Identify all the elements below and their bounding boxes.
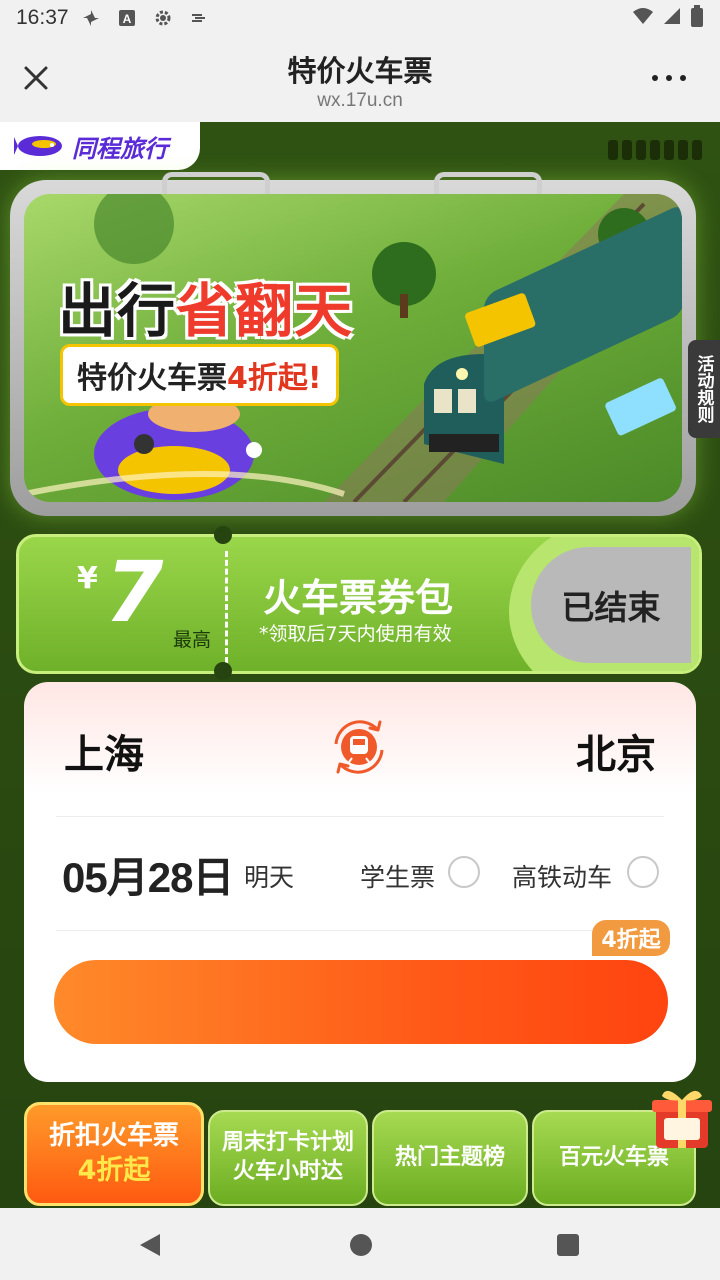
more-menu-icon[interactable]	[652, 66, 692, 90]
brand-logo: 同程旅行	[0, 122, 200, 170]
banner-subtitle-highlight: 4折起!	[227, 361, 322, 396]
tab-sublabel: 火车小时达	[232, 1159, 343, 1184]
student-ticket-label[interactable]: 学生票	[360, 858, 435, 894]
banner-image: 出行省翻天 特价火车票4折起!	[24, 194, 682, 502]
a-box-icon: A	[115, 7, 139, 29]
decorative-dots	[608, 140, 702, 160]
browser-title-bar: 特价火车票 wx.17u.cn	[0, 36, 720, 122]
search-button[interactable]	[54, 960, 668, 1044]
status-time: 16:37	[16, 6, 69, 29]
coupon-ended-button[interactable]: 已结束	[531, 547, 691, 663]
departure-date[interactable]: 05月28日	[62, 844, 234, 905]
system-nav-bar	[0, 1208, 720, 1280]
gear-icon	[151, 7, 175, 29]
tab-weekend-plan[interactable]: 周末打卡计划 火车小时达	[208, 1110, 368, 1206]
high-speed-label[interactable]: 高铁动车	[512, 858, 612, 894]
form-divider	[56, 930, 664, 931]
coupon-notch-bottom	[214, 662, 232, 680]
fish-logo-icon	[14, 136, 62, 156]
activity-rules-tab[interactable]: 活动规则	[688, 340, 720, 438]
tab-hot-themes[interactable]: 热门主题榜	[372, 1110, 528, 1206]
coupon-note: *领取后7天内使用有效	[259, 623, 452, 645]
coupon-amount: 7	[105, 543, 164, 641]
pinwheel-icon	[79, 7, 103, 29]
swap-cities-icon[interactable]	[326, 714, 392, 780]
page-title: 特价火车票	[287, 54, 433, 88]
from-city[interactable]: 上海	[64, 722, 144, 780]
battery-icon	[690, 4, 704, 32]
train-search-form: 上海 北京 05月28日 明天 学生票 高铁动车 4折起	[24, 682, 696, 1082]
status-bar: 16:37 A	[0, 0, 720, 36]
brand-logo-text: 同程旅行	[72, 134, 168, 163]
tab-discount-tickets[interactable]: 折扣火车票 4折起	[24, 1102, 204, 1206]
feature-tabs: 折扣火车票 4折起 周末打卡计划 火车小时达 热门主题榜 百元火车票	[0, 1090, 720, 1208]
form-divider	[56, 816, 664, 817]
gift-box-icon	[652, 1090, 712, 1148]
coupon-currency: ¥	[77, 561, 98, 596]
page-content: 同程旅行 出行省翻天 特价火车票4折起! 活动规则 ¥ 7 最高 火车票券包 *…	[0, 122, 720, 1208]
banner-headline-black: 出行	[58, 277, 177, 345]
coupon-notch-top	[214, 526, 232, 544]
departure-day-label: 明天	[244, 863, 295, 892]
home-icon[interactable]	[350, 1234, 372, 1256]
banner-subtitle: 特价火车票4折起!	[60, 344, 339, 406]
banner-headline-red: 省翻天	[176, 277, 354, 345]
back-icon[interactable]	[138, 1232, 162, 1258]
banner-subtitle-text: 特价火车票	[77, 361, 227, 396]
svg-text:A: A	[122, 12, 131, 26]
data-saver-icon	[187, 7, 211, 29]
coupon-max-label: 最高	[173, 629, 212, 651]
coupon-title: 火车票券包	[263, 576, 454, 620]
tab-label: 热门主题榜	[394, 1144, 505, 1170]
recent-apps-icon[interactable]	[557, 1234, 579, 1256]
tab-label: 折扣火车票	[48, 1120, 179, 1151]
wifi-icon	[632, 6, 654, 31]
to-city[interactable]: 北京	[576, 722, 656, 780]
banner-headline: 出行省翻天	[58, 264, 353, 348]
coupon-divider	[225, 551, 228, 663]
signal-icon	[662, 6, 682, 31]
tab-label: 周末打卡计划	[221, 1130, 354, 1156]
tab-sublabel: 4折起	[77, 1155, 151, 1187]
discount-badge: 4折起	[592, 920, 670, 956]
coupon-card: ¥ 7 最高 火车票券包 *领取后7天内使用有效 已结束	[16, 534, 702, 674]
promo-banner[interactable]: 出行省翻天 特价火车票4折起!	[10, 172, 696, 516]
high-speed-radio[interactable]	[627, 856, 659, 888]
page-url: wx.17u.cn	[317, 90, 403, 111]
student-ticket-radio[interactable]	[448, 856, 480, 888]
